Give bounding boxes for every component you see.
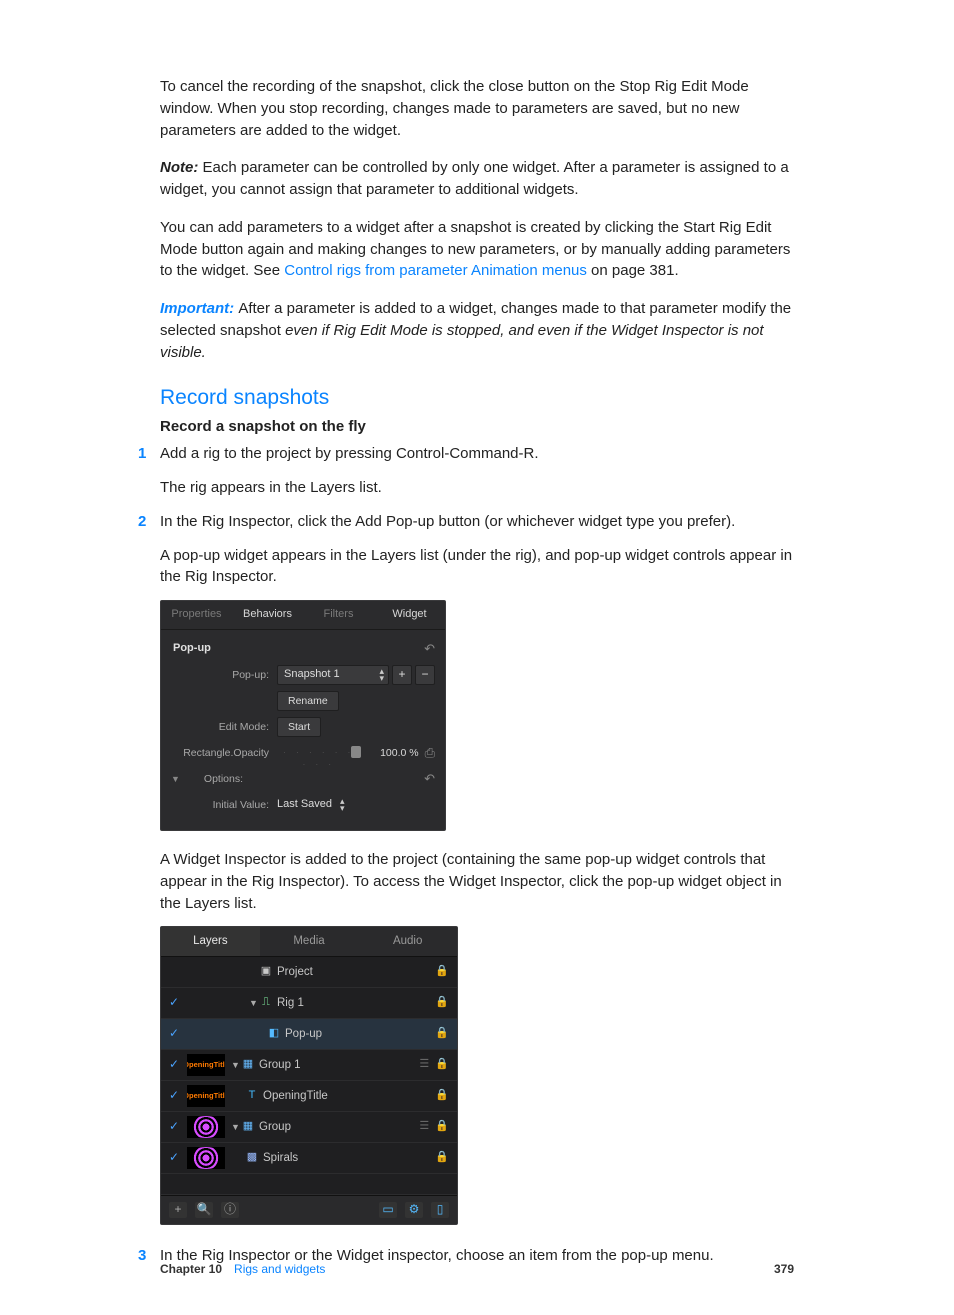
frame-view-button[interactable]: ▭: [379, 1202, 397, 1218]
note-paragraph: Note: Each parameter can be controlled b…: [160, 157, 794, 201]
layer-thumbnail: [187, 1116, 225, 1138]
step-number-2: 2: [138, 511, 146, 533]
subheading-record-on-fly: Record a snapshot on the fly: [160, 416, 794, 438]
lock-icon[interactable]: 🔒: [435, 1150, 449, 1166]
step-1-text: Add a rig to the project by pressing Con…: [160, 443, 794, 465]
chevrons-updown-icon: ▴▾: [379, 668, 384, 682]
important-paragraph: Important: After a parameter is added to…: [160, 298, 794, 363]
layer-row-spirals[interactable]: ✓ ▩ Spirals 🔒: [161, 1143, 457, 1174]
tab-layers[interactable]: Layers: [161, 927, 260, 956]
text-layer-icon: T: [245, 1089, 259, 1103]
lock-icon[interactable]: 🔒: [435, 964, 449, 980]
param-menu-icon[interactable]: ⎙: [425, 744, 435, 763]
group-icon: ▦: [241, 1058, 255, 1072]
step-1-follow: The rig appears in the Layers list.: [160, 477, 794, 499]
chevrons-updown-icon[interactable]: ▴▾: [340, 798, 345, 812]
reset-icon[interactable]: ↶: [424, 770, 435, 789]
popup-widget-icon: ◧: [267, 1027, 281, 1041]
layer-row-openingtitle[interactable]: ✓ OpeningTitle T OpeningTitle 🔒: [161, 1081, 457, 1112]
lock-icon[interactable]: 🔒: [435, 1057, 449, 1073]
important-label: Important:: [160, 300, 238, 317]
project-icon: ▣: [259, 965, 273, 979]
opacity-label: Rectangle.Opacity: [171, 746, 277, 761]
layers-icon[interactable]: ☰: [419, 1057, 429, 1073]
page-footer: Chapter 10 Rigs and widgets 379: [160, 1261, 794, 1278]
note-body: Each parameter can be controlled by only…: [160, 159, 789, 198]
opacity-slider[interactable]: · · · · · · · · ·: [277, 750, 361, 756]
layer-row-popup[interactable]: ✓ ◧ Pop-up 🔒: [161, 1019, 457, 1050]
reset-icon[interactable]: ↶: [424, 640, 435, 659]
note-label: Note:: [160, 159, 203, 176]
image-layer-icon: ▩: [245, 1151, 259, 1165]
search-button[interactable]: 🔍: [195, 1202, 213, 1218]
disclosure-triangle-icon[interactable]: ▼: [171, 773, 180, 786]
edit-mode-start-button[interactable]: Start: [277, 717, 321, 737]
disclosure-triangle-icon[interactable]: ▼: [249, 997, 259, 1010]
link-control-rigs[interactable]: Control rigs from parameter Animation me…: [284, 262, 587, 279]
layer-thumbnail: OpeningTitle: [187, 1054, 225, 1076]
layer-thumbnail: OpeningTitle: [187, 1085, 225, 1107]
enable-checkbox[interactable]: ✓: [167, 994, 181, 1011]
tab-behaviors[interactable]: Behaviors: [232, 601, 303, 629]
add-snapshot-button[interactable]: +: [392, 665, 412, 685]
heading-record-snapshots: Record snapshots: [160, 383, 794, 413]
chapter-label: Chapter 10: [160, 1261, 222, 1278]
disclosure-triangle-icon[interactable]: ▼: [231, 1121, 241, 1134]
enable-checkbox[interactable]: ✓: [167, 1025, 181, 1042]
enable-checkbox[interactable]: ✓: [167, 1149, 181, 1166]
popup-label: Pop-up:: [171, 668, 277, 683]
layers-panel: Layers Media Audio ▣ Project 🔒 ✓ ▼ ⎍ R: [160, 926, 458, 1225]
slider-thumb-icon[interactable]: [351, 746, 361, 758]
step-2-after-panel: A Widget Inspector is added to the proje…: [160, 849, 794, 914]
lock-icon[interactable]: 🔒: [435, 995, 449, 1011]
inspector-section-popup: Pop-up: [171, 641, 211, 657]
layer-row-group1[interactable]: ✓ OpeningTitle ▼ ▦ Group 1 ☰🔒: [161, 1050, 457, 1081]
enable-checkbox[interactable]: ✓: [167, 1056, 181, 1073]
tab-filters[interactable]: Filters: [303, 601, 374, 629]
step-2-text: In the Rig Inspector, click the Add Pop-…: [160, 511, 794, 533]
rig-icon: ⎍: [259, 996, 273, 1010]
popup-dropdown[interactable]: Snapshot 1 ▴▾: [277, 665, 389, 685]
group-icon: ▦: [241, 1120, 255, 1134]
lock-icon[interactable]: 🔒: [435, 1026, 449, 1042]
tab-audio[interactable]: Audio: [358, 927, 457, 956]
tab-media[interactable]: Media: [260, 927, 359, 956]
tab-properties[interactable]: Properties: [161, 601, 232, 629]
initial-value[interactable]: Last Saved: [277, 797, 332, 813]
paragraph-add-parameters: You can add parameters to a widget after…: [160, 217, 794, 282]
layer-row-rig[interactable]: ✓ ▼ ⎍ Rig 1 🔒: [161, 988, 457, 1019]
layers-icon[interactable]: ☰: [419, 1119, 429, 1135]
rename-button[interactable]: Rename: [277, 691, 339, 711]
enable-checkbox[interactable]: ✓: [167, 1118, 181, 1135]
add-layer-button[interactable]: +: [169, 1202, 187, 1218]
chapter-title: Rigs and widgets: [234, 1261, 325, 1278]
disclosure-triangle-icon[interactable]: ▼: [231, 1059, 241, 1072]
enable-checkbox[interactable]: ✓: [167, 1087, 181, 1104]
page-number: 379: [774, 1261, 794, 1278]
layer-row-project[interactable]: ▣ Project 🔒: [161, 957, 457, 988]
remove-snapshot-button[interactable]: −: [415, 665, 435, 685]
initial-value-label: Initial Value:: [171, 798, 277, 813]
inspector-tabs: Properties Behaviors Filters Widget: [161, 601, 445, 630]
gear-icon[interactable]: ⚙: [405, 1202, 423, 1218]
step-number-3: 3: [138, 1245, 146, 1267]
options-label: Options:: [184, 772, 251, 787]
edit-mode-label: Edit Mode:: [171, 720, 277, 735]
panel-button[interactable]: ▯: [431, 1202, 449, 1218]
step-2-follow: A pop-up widget appears in the Layers li…: [160, 545, 794, 589]
lock-icon[interactable]: 🔒: [435, 1119, 449, 1135]
info-button[interactable]: ⓘ: [221, 1202, 239, 1218]
widget-inspector-panel: Properties Behaviors Filters Widget Pop-…: [160, 600, 446, 831]
layer-row-group[interactable]: ✓ ▼ ▦ Group ☰🔒: [161, 1112, 457, 1143]
lock-icon[interactable]: 🔒: [435, 1088, 449, 1104]
layer-thumbnail: [187, 1147, 225, 1169]
paragraph-cancel-recording: To cancel the recording of the snapshot,…: [160, 76, 794, 141]
tab-widget[interactable]: Widget: [374, 601, 445, 629]
step-number-1: 1: [138, 443, 146, 465]
opacity-value: 100.0 %: [367, 746, 419, 761]
